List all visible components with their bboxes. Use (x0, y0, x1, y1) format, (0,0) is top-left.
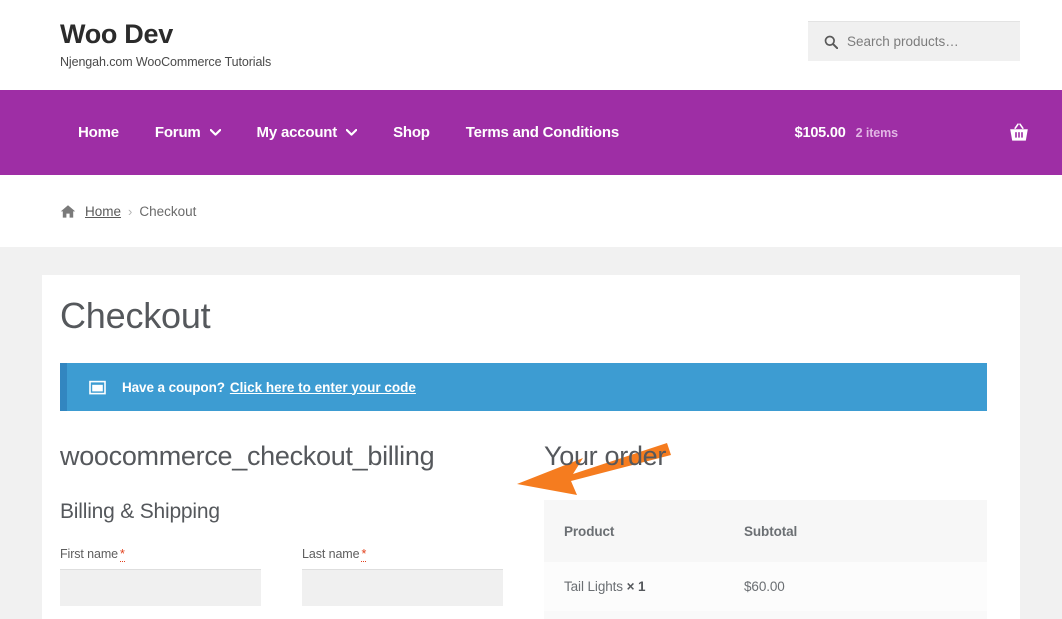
billing-section-title: Billing & Shipping (60, 500, 220, 523)
nav-item-shop[interactable]: Shop (375, 124, 448, 141)
order-review-table: Product Subtotal Tail Lights × 1 $60.00 (544, 500, 987, 619)
breadcrumb-current: Checkout (139, 203, 197, 219)
order-column: Your order Product Subtotal Tail Lights … (544, 441, 987, 619)
order-table-next-row (544, 611, 987, 619)
page-background: Checkout Have a coupon? Click here to en… (0, 247, 1062, 619)
nav-item-home[interactable]: Home (60, 124, 137, 141)
first-name-field-group: First name * (60, 547, 261, 606)
nav-item-label: Shop (393, 124, 430, 141)
chevron-down-icon (346, 129, 358, 136)
order-item-name: Tail Lights × 1 (544, 579, 744, 594)
site-header: Woo Dev Njengah.com WooCommerce Tutorial… (0, 0, 1062, 90)
required-mark: * (120, 547, 125, 562)
site-tagline: Njengah.com WooCommerce Tutorials (60, 54, 272, 69)
coupon-toggle-link[interactable]: Click here to enter your code (230, 380, 416, 395)
search-icon (824, 35, 839, 49)
product-search[interactable] (808, 21, 1020, 61)
billing-column: woocommerce_checkout_billing Billing & S… (60, 441, 671, 619)
nav-item-label: Forum (154, 124, 201, 141)
home-icon (60, 204, 76, 219)
first-name-input[interactable] (60, 569, 261, 606)
last-name-label: Last name * (302, 547, 503, 562)
column-header-product: Product (564, 523, 615, 539)
nav-item-forum[interactable]: Forum (137, 124, 239, 141)
nav-item-label: Terms and Conditions (465, 124, 619, 141)
last-name-field-group: Last name * (302, 547, 503, 606)
shopping-basket-icon[interactable] (1008, 122, 1030, 144)
order-item-title: Tail Lights (564, 579, 623, 594)
nav-item-my-account[interactable]: My account (239, 124, 376, 141)
first-name-label: First name * (60, 547, 261, 562)
coupon-notice-text: Have a coupon? (122, 379, 225, 395)
nav-item-terms-and-conditions[interactable]: Terms and Conditions (448, 124, 637, 141)
search-input[interactable] (847, 34, 1012, 49)
required-mark: * (361, 547, 367, 562)
breadcrumb: Home › Checkout (0, 175, 1062, 247)
last-name-label-text: Last name (302, 547, 360, 561)
billing-hook-title: woocommerce_checkout_billing (60, 441, 435, 471)
site-title[interactable]: Woo Dev (60, 19, 271, 50)
checkout-columns: woocommerce_checkout_billing Billing & S… (51, 441, 1011, 619)
nav-item-label: Home (78, 124, 119, 141)
chevron-down-icon (209, 129, 221, 136)
order-item-subtotal: $60.00 (744, 579, 785, 594)
order-review-title: Your order (544, 441, 667, 471)
order-item-quantity: × 1 (626, 579, 646, 594)
order-table-header: Product Subtotal (544, 500, 987, 562)
nav-menu: Home Forum My account Shop Terms and Con… (60, 124, 637, 141)
site-branding[interactable]: Woo Dev Njengah.com WooCommerce Tutorial… (60, 19, 272, 69)
page-title: Checkout (60, 295, 211, 336)
name-field-row: First name * Last name * (60, 547, 544, 606)
column-header-subtotal: Subtotal (744, 523, 798, 539)
first-name-label-text: First name (60, 547, 119, 561)
nav-item-label: My account (256, 124, 338, 141)
last-name-input[interactable] (302, 569, 503, 606)
primary-navigation: Home Forum My account Shop Terms and Con… (0, 90, 1062, 175)
coupon-notice[interactable]: Have a coupon? Click here to enter your … (60, 363, 987, 411)
cart-item-count: 2 items (855, 125, 898, 140)
breadcrumb-link-home[interactable]: Home (85, 204, 121, 219)
checkout-content-card: Checkout Have a coupon? Click here to en… (42, 275, 1020, 619)
breadcrumb-separator: › (128, 203, 133, 219)
table-row: Tail Lights × 1 $60.00 (544, 562, 987, 611)
cart-summary[interactable]: $105.00 2 items (795, 122, 1030, 144)
coupon-ticket-icon (89, 380, 106, 395)
cart-total: $105.00 (794, 124, 846, 141)
